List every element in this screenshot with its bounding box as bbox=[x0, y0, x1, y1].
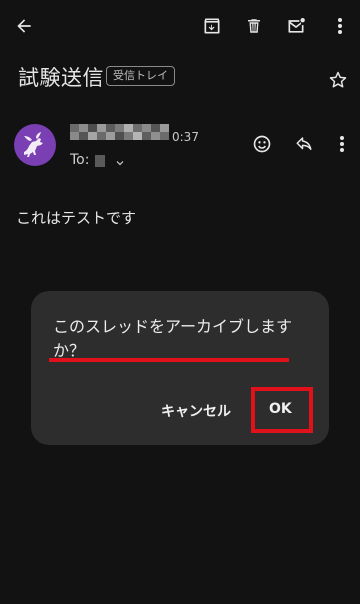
cancel-button[interactable]: キャンセル bbox=[161, 401, 231, 421]
highlight-underline bbox=[49, 358, 289, 362]
dialog-message: このスレッドをアーカイブしますか？ bbox=[53, 317, 293, 360]
ok-highlight-box bbox=[251, 387, 313, 433]
archive-confirm-dialog: このスレッドをアーカイブしますか？ キャンセル OK bbox=[31, 291, 329, 445]
